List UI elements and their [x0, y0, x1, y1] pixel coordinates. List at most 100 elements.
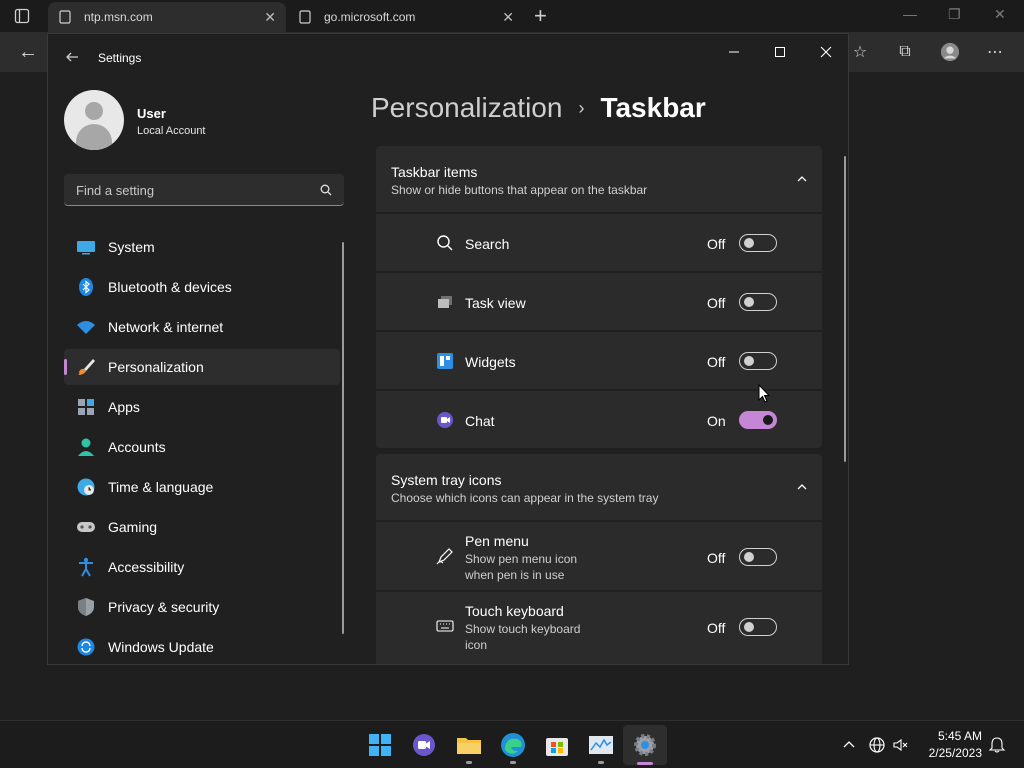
windows-taskbar: 5:45 AM 2/25/2023: [0, 720, 1024, 768]
tab-actions-icon[interactable]: [14, 8, 30, 24]
edge-icon[interactable]: [499, 731, 527, 759]
sidebar-item-apps[interactable]: Apps: [64, 389, 340, 425]
pen-menu-toggle[interactable]: [739, 548, 777, 566]
profile-icon[interactable]: [940, 42, 960, 62]
user-name: User: [137, 106, 166, 121]
close-icon[interactable]: [818, 44, 834, 60]
new-tab-icon[interactable]: +: [534, 3, 547, 29]
network-globe-icon[interactable]: [868, 736, 886, 754]
browser-tab[interactable]: ntp.msn.com ✕: [48, 2, 286, 32]
settings-gear-icon[interactable]: [631, 731, 659, 759]
content-scrollbar[interactable]: [844, 156, 846, 462]
bluetooth-icon: [79, 278, 93, 296]
task-view-toggle[interactable]: [739, 293, 777, 311]
more-icon[interactable]: ⋯: [985, 42, 1005, 62]
task-manager-icon[interactable]: [587, 731, 615, 759]
active-indicator: [637, 762, 653, 765]
chat-toggle[interactable]: [739, 411, 777, 429]
chat-icon[interactable]: [410, 731, 438, 759]
search-toggle[interactable]: [739, 234, 777, 252]
mouse-cursor-icon: [758, 384, 770, 403]
minimize-icon[interactable]: —: [903, 6, 917, 22]
close-icon[interactable]: ✕: [994, 6, 1006, 23]
gamepad-icon: [77, 522, 95, 532]
setting-label: Widgets: [465, 354, 516, 370]
file-explorer-icon[interactable]: [455, 731, 483, 759]
sidebar-item-accessibility[interactable]: Accessibility: [64, 549, 340, 585]
sidebar-item-label: Apps: [108, 399, 140, 415]
page-icon: [299, 10, 311, 24]
breadcrumb-parent[interactable]: Personalization: [371, 92, 562, 124]
account-type: Local Account: [137, 125, 206, 137]
clock-time[interactable]: 5:45 AM: [924, 729, 982, 743]
widgets-toggle[interactable]: [739, 352, 777, 370]
setting-label: Task view: [465, 295, 526, 311]
chevron-up-icon[interactable]: [840, 736, 858, 754]
toggle-state: Off: [707, 620, 726, 636]
taskbar-items-header[interactable]: Taskbar items Show or hide buttons that …: [376, 146, 822, 212]
search-icon: [437, 235, 453, 251]
section-title: Taskbar items: [391, 164, 478, 180]
section-title: System tray icons: [391, 472, 502, 488]
back-arrow-icon[interactable]: [64, 49, 80, 65]
setting-label: Search: [465, 236, 510, 252]
window-title: Settings: [98, 51, 142, 65]
sidebar-item-label: Gaming: [108, 519, 158, 535]
search-placeholder: Find a setting: [76, 183, 155, 198]
collections-icon[interactable]: ⧉: [895, 42, 915, 62]
sidebar-item-gaming[interactable]: Gaming: [64, 509, 340, 545]
section-subtitle: Show or hide buttons that appear on the …: [391, 183, 648, 197]
avatar[interactable]: [64, 90, 124, 150]
notification-bell-icon[interactable]: [988, 736, 1006, 754]
browser-tab[interactable]: go.microsoft.com ✕: [288, 2, 524, 32]
sidebar-item-label: Windows Update: [108, 639, 214, 655]
system-tray-header[interactable]: System tray icons Choose which icons can…: [376, 454, 822, 520]
sidebar-item-label: Bluetooth & devices: [108, 279, 232, 295]
sidebar-item-privacy[interactable]: Privacy & security: [64, 589, 340, 625]
favorites-icon[interactable]: ☆: [850, 42, 870, 62]
toggle-state: Off: [707, 354, 726, 370]
setting-description: when pen is in use: [465, 568, 565, 582]
setting-row-touch-keyboard: Touch keyboard Show touch keyboard icon …: [376, 592, 822, 664]
task-view-icon: [438, 296, 452, 308]
close-tab-icon[interactable]: ✕: [264, 9, 276, 26]
breadcrumb-separator-icon: ›: [578, 97, 585, 118]
search-input[interactable]: Find a setting: [64, 174, 344, 206]
sidebar-item-label: Accounts: [108, 439, 166, 455]
chevron-up-icon[interactable]: [796, 481, 808, 493]
clock-date[interactable]: 2/25/2023: [914, 746, 982, 760]
start-icon[interactable]: [366, 731, 394, 759]
page-title: Taskbar: [600, 92, 706, 123]
sidebar-item-label: Time & language: [108, 479, 214, 495]
running-indicator: [598, 761, 604, 764]
toggle-state: Off: [707, 236, 726, 252]
setting-row-widgets: Widgets Off: [376, 332, 822, 389]
touch-keyboard-toggle[interactable]: [739, 618, 777, 636]
sidebar-item-personalization[interactable]: Personalization: [64, 349, 340, 385]
browser-tab-strip: ntp.msn.com ✕ go.microsoft.com ✕ + — ❐ ✕: [0, 0, 1024, 32]
setting-label: Touch keyboard: [465, 603, 564, 619]
maximize-icon[interactable]: [772, 44, 788, 60]
speaker-muted-icon[interactable]: [892, 736, 910, 754]
store-icon[interactable]: [543, 731, 571, 759]
chevron-up-icon[interactable]: [796, 173, 808, 185]
globe-clock-icon: [77, 478, 95, 496]
sidebar-item-label: System: [108, 239, 155, 255]
sidebar-item-time-language[interactable]: Time & language: [64, 469, 340, 505]
sidebar-scrollbar[interactable]: [342, 242, 344, 634]
sidebar-item-bluetooth[interactable]: Bluetooth & devices: [64, 269, 340, 305]
sidebar-item-network[interactable]: Network & internet: [64, 309, 340, 345]
sidebar-item-system[interactable]: System: [64, 229, 340, 265]
setting-label: Chat: [465, 413, 495, 429]
wifi-icon: [77, 321, 95, 334]
minimize-icon[interactable]: [726, 44, 742, 60]
toggle-state: Off: [707, 295, 726, 311]
sidebar-item-accounts[interactable]: Accounts: [64, 429, 340, 465]
setting-label: Pen menu: [465, 533, 529, 549]
back-arrow-icon[interactable]: ←: [18, 41, 38, 63]
restore-icon[interactable]: ❐: [948, 6, 961, 23]
sidebar-item-windows-update[interactable]: Windows Update: [64, 629, 340, 664]
setting-row-search: Search Off: [376, 214, 822, 271]
shield-icon: [78, 598, 94, 616]
close-tab-icon[interactable]: ✕: [502, 9, 514, 26]
